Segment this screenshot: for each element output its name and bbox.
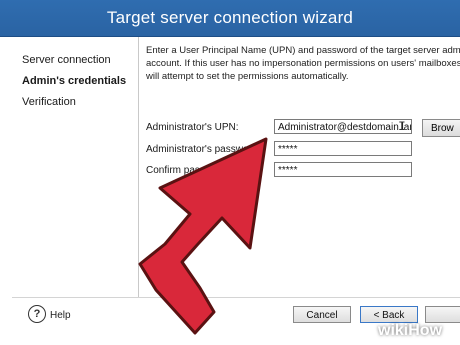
wikihow-watermark: wikiHow xyxy=(378,322,442,340)
password-label: Administrator's password: xyxy=(146,144,261,155)
instructions-line-2: account. If this user has no impersonati… xyxy=(146,58,460,69)
text-cursor-icon: I xyxy=(398,119,406,134)
nav-item-verification[interactable]: Verification xyxy=(22,96,76,108)
back-button[interactable]: < Back xyxy=(360,306,418,323)
help-link[interactable]: Help xyxy=(50,310,71,321)
watermark-wiki: wiki xyxy=(378,322,409,339)
steps-divider xyxy=(138,37,139,297)
title-bar: Target server connection wizard xyxy=(0,0,460,37)
upn-label: Administrator's UPN: xyxy=(146,122,239,133)
password-field[interactable]: ***** xyxy=(274,141,412,156)
instructions-line-3: will attempt to set the permissions auto… xyxy=(146,71,349,82)
instructions-text: Enter a User Principal Name (UPN) and pa… xyxy=(146,44,460,83)
help-icon[interactable]: ? xyxy=(28,305,46,323)
instructions-line-1: Enter a User Principal Name (UPN) and pa… xyxy=(146,45,460,56)
confirm-password-label: Confirm password: xyxy=(146,165,230,176)
watermark-how: How xyxy=(408,322,443,339)
next-button[interactable] xyxy=(425,306,460,323)
browse-button[interactable]: Brow xyxy=(422,119,460,137)
cancel-button[interactable]: Cancel xyxy=(293,306,351,323)
upn-field[interactable]: Administrator@destdomain.lan xyxy=(274,119,412,134)
footer-divider xyxy=(12,297,460,298)
nav-item-server-connection[interactable]: Server connection xyxy=(22,54,111,66)
window-title: Target server connection wizard xyxy=(106,8,354,27)
nav-item-admins-credentials[interactable]: Admin's credentials xyxy=(22,75,126,87)
confirm-password-field[interactable]: ***** xyxy=(274,162,412,177)
